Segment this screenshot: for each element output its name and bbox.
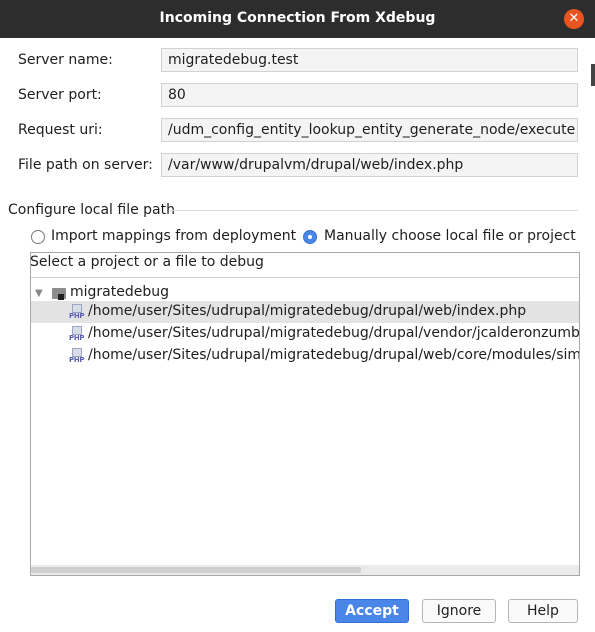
file-path-field[interactable]: /var/www/drupalvm/drupal/web/index.php	[161, 153, 578, 177]
tree-item-index-php[interactable]: PHP /home/user/Sites/udrupal/migratedebu…	[31, 301, 579, 323]
section-title: Configure local file path	[8, 202, 175, 218]
scrollbar-thumb[interactable]	[31, 567, 361, 573]
request-uri-field[interactable]: /udm_config_entity_lookup_entity_generat…	[161, 118, 578, 142]
file-path-label: File path on server:	[18, 157, 153, 173]
tree-item-modules-php[interactable]: PHP /home/user/Sites/udrupal/migratedebu…	[31, 345, 579, 367]
php-file-icon: PHP	[69, 326, 85, 342]
expand-triangle-icon[interactable]: ▼	[35, 288, 43, 299]
server-port-label: Server port:	[18, 87, 102, 103]
manual-choose-radio[interactable]	[303, 230, 317, 244]
window-edge	[591, 64, 595, 86]
server-port-field[interactable]: 80	[161, 83, 578, 107]
manual-choose-label[interactable]: Manually choose local file or project	[324, 228, 576, 244]
horizontal-scrollbar[interactable]	[31, 565, 579, 575]
php-file-icon: PHP	[69, 348, 85, 364]
tree-root-label: migratedebug	[70, 284, 169, 300]
tree-item-label: /home/user/Sites/udrupal/migratedebug/dr…	[88, 325, 579, 341]
project-tree[interactable]: ▼ migratedebug PHP /home/user/Sites/udru…	[31, 277, 579, 566]
request-uri-label: Request uri:	[18, 122, 103, 138]
help-button[interactable]: Help	[508, 599, 578, 623]
import-mappings-radio[interactable]	[31, 230, 45, 244]
close-icon[interactable]: ✕	[564, 9, 584, 29]
folder-icon	[52, 288, 66, 300]
tree-item-label: /home/user/Sites/udrupal/migratedebug/dr…	[88, 303, 527, 319]
tree-item-label: /home/user/Sites/udrupal/migratedebug/dr…	[88, 347, 579, 363]
tree-item-vendor-php[interactable]: PHP /home/user/Sites/udrupal/migratedebu…	[31, 323, 579, 345]
server-name-label: Server name:	[18, 52, 113, 68]
request-uri-value: /udm_config_entity_lookup_entity_generat…	[168, 122, 576, 138]
panel-header: Select a project or a file to debug	[30, 254, 264, 270]
dialog-title: Incoming Connection From Xdebug	[159, 10, 436, 26]
section-divider	[170, 210, 578, 211]
php-file-icon: PHP	[69, 304, 85, 320]
import-mappings-label[interactable]: Import mappings from deployment	[51, 228, 296, 244]
server-name-field[interactable]: migratedebug.test	[161, 48, 578, 72]
ignore-button[interactable]: Ignore	[422, 599, 496, 623]
accept-button[interactable]: Accept	[335, 599, 409, 623]
dialog-titlebar: Incoming Connection From Xdebug ✕	[0, 0, 595, 38]
